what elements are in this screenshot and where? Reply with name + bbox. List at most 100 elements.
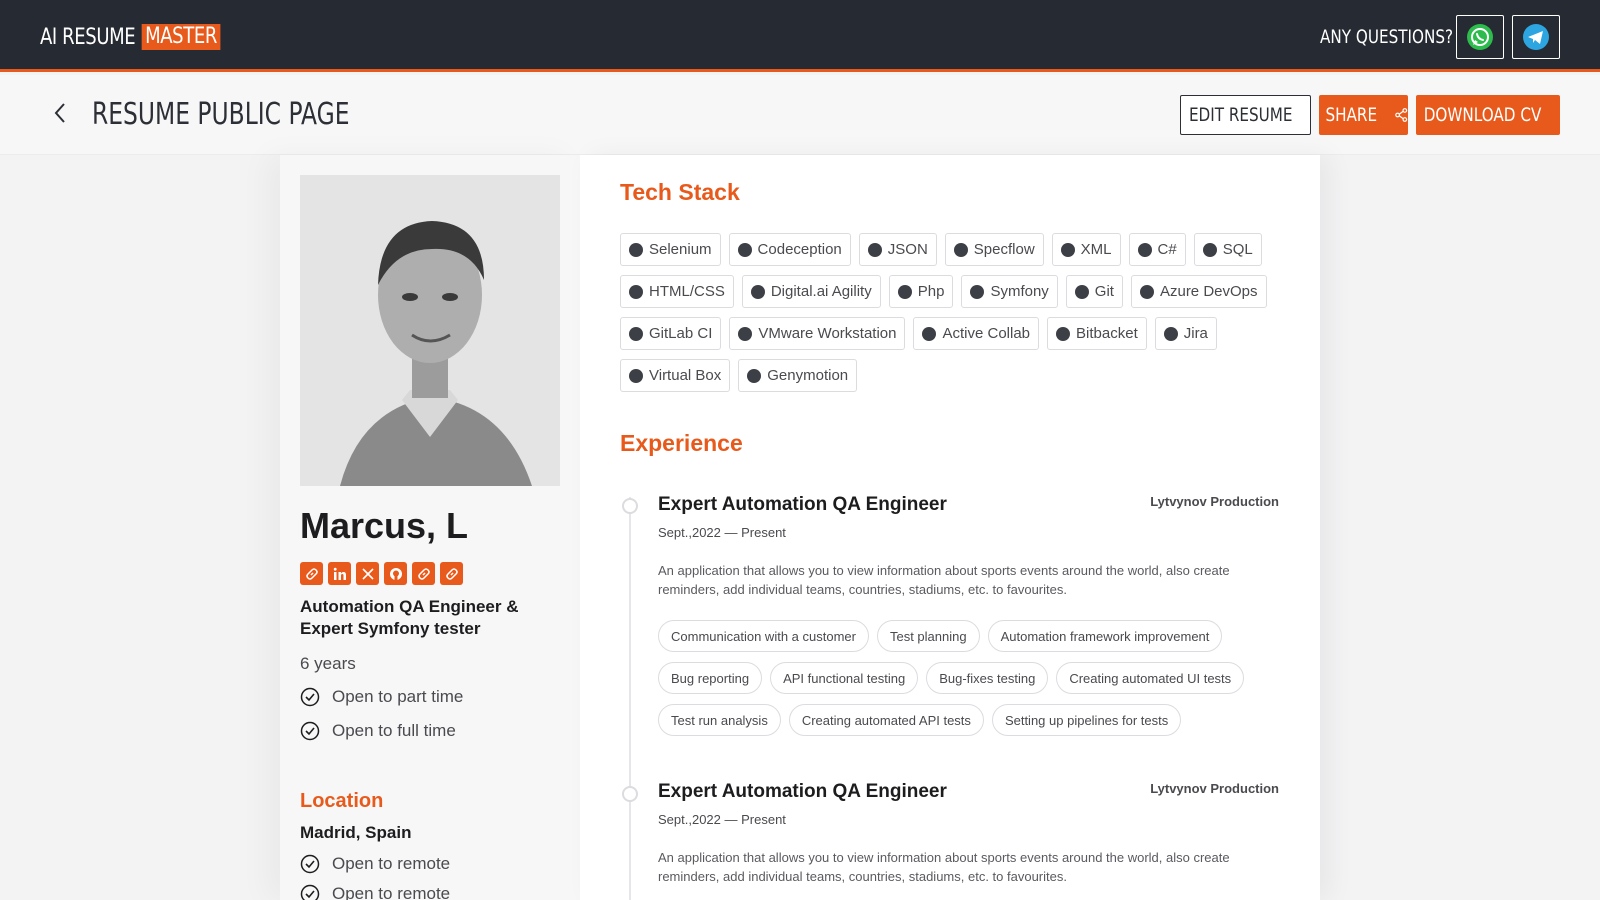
- experience-years: 6 years: [300, 654, 356, 673]
- job-title: Expert Automation QA Engineer: [658, 781, 947, 802]
- skill-tag: Creating automated UI tests: [1056, 662, 1245, 694]
- whatsapp-icon: [1467, 24, 1493, 50]
- remote-label: Open to remote: [332, 854, 451, 873]
- tech-label: Git: [1094, 283, 1114, 300]
- tech-icon: [1056, 326, 1071, 341]
- availability-item: Open to full time: [300, 721, 456, 741]
- location-title: Location: [300, 790, 384, 812]
- tech-chip: Genymotion: [738, 359, 858, 392]
- skill-tag: Setting up pipelines for tests: [991, 704, 1182, 736]
- linkedin-icon: [333, 567, 346, 580]
- tech-icon: [897, 284, 912, 299]
- download-cv-button[interactable]: DOWNLOAD CV: [1416, 95, 1560, 135]
- tech-chip: VMware Workstation: [729, 317, 906, 350]
- tech-chip: Php: [888, 275, 954, 308]
- skill-tag: API functional testing: [770, 662, 919, 694]
- skill-tag: Bug-fixes testing: [926, 662, 1049, 694]
- chevron-left-icon: [54, 103, 65, 123]
- tech-icon: [1060, 242, 1075, 257]
- tech-chip: Selenium: [620, 233, 721, 266]
- link-icon: [445, 567, 458, 580]
- check-circle-icon: [300, 884, 320, 900]
- questions-label: ANY QUESTIONS?: [1320, 26, 1454, 48]
- link-icon: [305, 567, 318, 580]
- availability-label: Open to part time: [332, 687, 464, 706]
- tech-label: Azure DevOps: [1159, 283, 1258, 300]
- check-circle-icon: [300, 687, 320, 707]
- tech-label: Virtual Box: [649, 367, 722, 384]
- tech-chip: Virtual Box: [620, 359, 731, 392]
- tech-icon: [629, 284, 643, 299]
- tech-icon: [1202, 242, 1217, 257]
- github-button[interactable]: [384, 562, 407, 585]
- whatsapp-button[interactable]: [1456, 15, 1504, 59]
- tech-chip: Git: [1065, 275, 1123, 308]
- back-button[interactable]: [48, 101, 72, 125]
- job-company: Lytvynov Production: [1150, 494, 1279, 509]
- logo-accent: MASTER: [141, 24, 221, 50]
- tech-label: Digital.ai Agility: [770, 283, 872, 300]
- logo[interactable]: AI RESUME MASTER: [40, 24, 221, 50]
- job-company: Lytvynov Production: [1150, 781, 1279, 796]
- skill-tag: Test run analysis: [658, 704, 781, 736]
- page-header: RESUME PUBLIC PAGE EDIT RESUME SHARE DOW…: [0, 75, 1600, 155]
- tech-chip: Specflow: [944, 233, 1044, 266]
- tech-chip: HTML/CSS: [620, 275, 734, 308]
- tech-icon: [922, 326, 937, 341]
- telegram-button[interactable]: [1512, 15, 1560, 59]
- tech-chip: Symfony: [961, 275, 1058, 308]
- job-title: Expert Automation QA Engineer: [658, 494, 947, 515]
- tech-chip: Digital.ai Agility: [741, 275, 881, 308]
- share-button[interactable]: SHARE: [1319, 95, 1408, 135]
- page-title: RESUME PUBLIC PAGE: [92, 97, 350, 132]
- availability-label: Open to full time: [332, 721, 456, 740]
- tech-icon: [738, 326, 753, 341]
- tech-chip: JSON: [858, 233, 937, 266]
- resume-content: Tech Stack Selenium Codeception JSON Spe…: [580, 155, 1320, 900]
- tech-icon: [629, 242, 643, 257]
- logo-main: AI RESUME: [40, 24, 136, 50]
- tech-chip: XML: [1051, 233, 1121, 266]
- telegram-icon: [1523, 24, 1549, 50]
- skill-tag: Test planning: [876, 620, 980, 652]
- tech-chip: Bitbacket: [1047, 317, 1147, 350]
- tech-label: HTML/CSS: [649, 283, 725, 300]
- tech-label: Genymotion: [767, 367, 849, 384]
- link-button-3[interactable]: [440, 562, 463, 585]
- tech-label: Active Collab: [942, 325, 1031, 342]
- tech-label: Specflow: [973, 241, 1035, 258]
- tech-icon: [1074, 284, 1089, 299]
- x-icon: [361, 567, 374, 580]
- profile-photo: [300, 175, 560, 486]
- github-icon: [389, 567, 402, 580]
- tech-label: GitLab CI: [649, 325, 713, 342]
- tech-label: Selenium: [649, 241, 712, 258]
- check-circle-icon: [300, 721, 320, 741]
- skill-tag: Communication with a customer: [658, 620, 869, 652]
- link-icon: [417, 567, 430, 580]
- tech-label: Symfony: [990, 283, 1049, 300]
- tech-icon: [750, 284, 765, 299]
- remote-label: Open to remote: [332, 884, 451, 900]
- timeline-dot: [622, 786, 638, 802]
- edit-resume-button[interactable]: EDIT RESUME: [1180, 95, 1311, 135]
- tech-chip: GitLab CI: [620, 317, 722, 350]
- location-city: Madrid, Spain: [300, 823, 412, 842]
- link-button-1[interactable]: [300, 562, 323, 585]
- tech-label: Codeception: [757, 241, 842, 258]
- tech-icon: [953, 242, 968, 257]
- tech-chip: Azure DevOps: [1130, 275, 1267, 308]
- tech-chip: Codeception: [728, 233, 851, 266]
- tech-label: SQL: [1222, 241, 1253, 258]
- tech-icon: [629, 326, 643, 341]
- tech-icon: [629, 368, 643, 383]
- tech-label: Php: [917, 283, 945, 300]
- x-button[interactable]: [356, 562, 379, 585]
- profile-card: Marcus, L Automation QA Engineer & Exper…: [280, 155, 580, 900]
- tech-chip: SQL: [1193, 233, 1262, 266]
- tech-label: Jira: [1183, 325, 1208, 342]
- linkedin-button[interactable]: [328, 562, 351, 585]
- job-skills: Communication with a customer Test plann…: [658, 620, 1278, 736]
- link-button-2[interactable]: [412, 562, 435, 585]
- check-circle-icon: [300, 854, 320, 874]
